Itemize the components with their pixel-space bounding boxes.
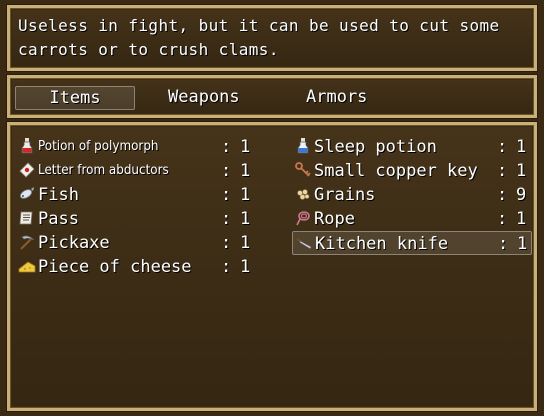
qty-separator: : (221, 233, 232, 253)
potion-blue-icon (297, 138, 309, 154)
item-quantity: 1 (517, 234, 528, 254)
list-item[interactable]: Potion of polymorph : 1 (16, 135, 256, 159)
list-item[interactable]: Pass : 1 (16, 207, 256, 231)
item-quantity: 1 (516, 209, 527, 229)
list-item[interactable]: Letter from abductors : 1 (16, 159, 256, 183)
cheese-icon (18, 261, 36, 273)
key-icon (295, 162, 311, 177)
tab-weapons[interactable]: Weapons (168, 86, 240, 108)
qty-separator: : (221, 161, 232, 181)
qty-separator: : (221, 185, 232, 205)
list-item[interactable]: Sleep potion : 1 (292, 135, 532, 159)
qty-separator: : (221, 209, 232, 229)
item-name: Kitchen knife (315, 234, 449, 254)
qty-separator: : (497, 137, 508, 157)
pickaxe-icon (20, 235, 35, 250)
potion-red-icon (21, 138, 33, 154)
item-name: Small copper key (314, 161, 478, 181)
item-quantity: 9 (516, 185, 527, 205)
qty-separator: : (498, 234, 509, 254)
item-name: Pickaxe (38, 233, 110, 253)
item-name: Pass (38, 209, 79, 229)
item-quantity: 1 (516, 161, 527, 181)
item-name: Grains (314, 185, 376, 205)
knife-icon (296, 238, 312, 249)
item-name: Sleep potion (314, 137, 437, 157)
rope-icon (296, 211, 310, 226)
list-item[interactable]: Pickaxe : 1 (16, 231, 256, 255)
list-item[interactable]: Small copper key : 1 (292, 159, 532, 183)
item-quantity: 1 (240, 185, 251, 205)
list-item[interactable]: Grains : 9 (292, 183, 532, 207)
item-name: Fish (38, 185, 79, 205)
list-item-selected[interactable]: Kitchen knife : 1 (292, 231, 532, 255)
tab-items[interactable]: Items (15, 86, 135, 110)
tab-armors[interactable]: Armors (306, 86, 367, 108)
item-quantity: 1 (240, 161, 251, 181)
item-name: Piece of cheese (38, 257, 192, 277)
item-name: Letter from abductors (38, 163, 169, 178)
item-description: Useless in fight, but it can be used to … (18, 16, 500, 59)
help-window: Useless in fight, but it can be used to … (7, 5, 537, 71)
list-item[interactable]: Fish : 1 (16, 183, 256, 207)
list-item[interactable]: Piece of cheese : 1 (16, 255, 256, 279)
item-name: Rope (314, 209, 355, 229)
category-window: Items Weapons Armors (7, 75, 537, 118)
grains-icon (297, 189, 310, 200)
fish-icon (20, 187, 34, 199)
qty-separator: : (221, 137, 232, 157)
item-quantity: 1 (240, 233, 251, 253)
scroll-icon (19, 211, 33, 225)
list-item[interactable]: Rope : 1 (292, 207, 532, 231)
qty-separator: : (221, 257, 232, 277)
qty-separator: : (497, 185, 508, 205)
item-quantity: 1 (516, 137, 527, 157)
letter-icon (19, 162, 35, 178)
qty-separator: : (497, 209, 508, 229)
item-quantity: 1 (240, 257, 251, 277)
qty-separator: : (497, 161, 508, 181)
item-quantity: 1 (240, 209, 251, 229)
item-name: Potion of polymorph (38, 139, 159, 154)
item-quantity: 1 (240, 137, 251, 157)
item-list-window: Potion of polymorph : 1 Letter from abdu… (7, 122, 537, 411)
